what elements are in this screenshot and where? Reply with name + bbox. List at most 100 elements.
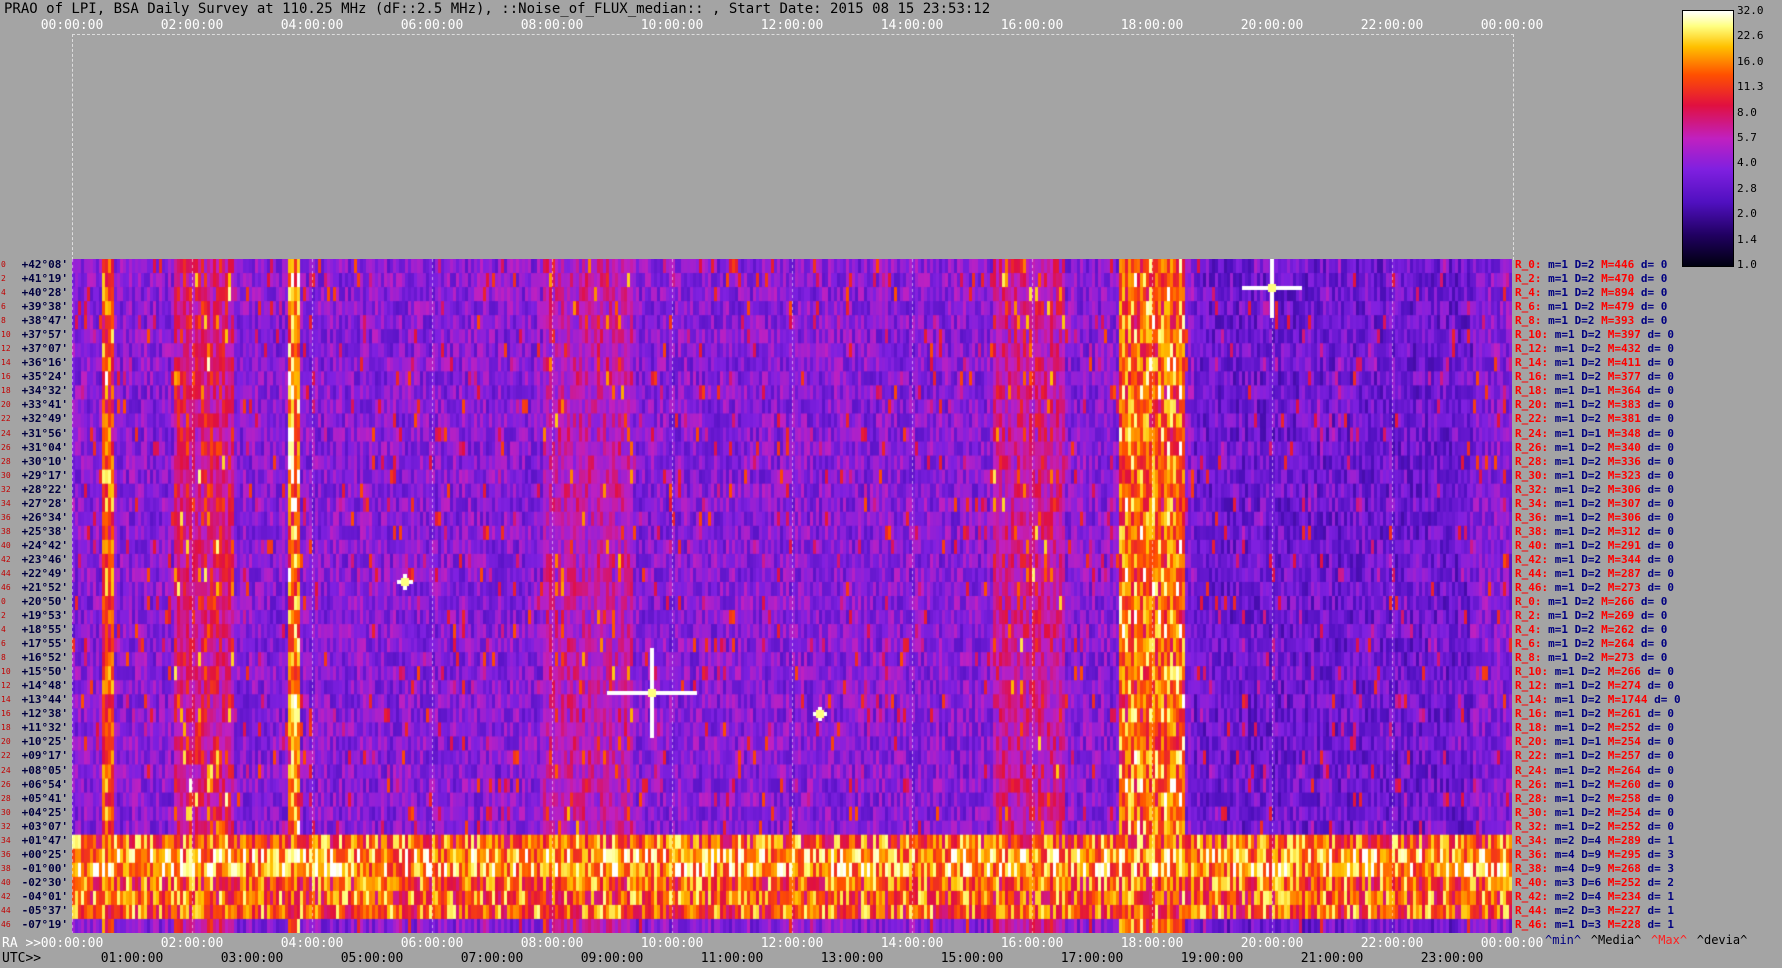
colorbar-tick-label: 8.0 (1737, 105, 1757, 119)
stat-median: D=2 (1581, 440, 1608, 454)
stat-max: M=234 (1607, 889, 1648, 903)
colorbar-tick-label: 1.4 (1737, 232, 1757, 246)
ra-tick-label: 20:00:00 (1240, 936, 1304, 951)
stat-row: R_12: (1515, 342, 1555, 356)
stat-min: m=1 (1554, 328, 1582, 342)
colorbar-tick-label: 2.8 (1737, 181, 1757, 195)
stat-median: D=2 (1581, 749, 1608, 763)
stat-min: m=1 (1548, 595, 1575, 608)
stat-devia: d= 0 (1647, 777, 1675, 791)
stat-devia: d= 0 (1647, 721, 1675, 735)
ra-tick-label: 14:00:00 (880, 936, 944, 951)
stat-devia: d= 0 (1647, 426, 1675, 440)
stat-median: D=2 (1581, 398, 1608, 412)
stat-median: D=2 (1574, 637, 1602, 651)
colorbar-tick-label: 2.0 (1737, 207, 1757, 221)
declination-label: +40°28' (21, 286, 68, 300)
declination-label: +31°56' (21, 426, 68, 440)
stat-max: M=393 (1601, 314, 1641, 328)
row-stat-line: R_36: m=4 D=9 M=295 d= 3 (1515, 848, 1674, 861)
stat-min: m=1 (1554, 735, 1582, 749)
stat-min: m=1 (1548, 609, 1575, 623)
stat-row: R_8: (1515, 651, 1549, 665)
stat-max: M=383 (1607, 398, 1648, 412)
stat-min: m=1 (1548, 272, 1575, 286)
row-stat-line: R_42: m=1 D=2 M=344 d= 0 (1515, 553, 1674, 566)
stat-min: m=1 (1554, 707, 1582, 721)
stat-median: D=2 (1574, 651, 1602, 665)
legend-median: ^Media^ (1590, 933, 1642, 947)
stat-max: M=227 (1607, 903, 1648, 917)
stat-min: m=1 (1554, 468, 1582, 482)
row-stat-line: R_32: m=1 D=2 M=306 d= 0 (1515, 483, 1674, 496)
ra-tick-label: 16:00:00 (1000, 936, 1064, 951)
stat-row: R_6: (1515, 300, 1549, 314)
row-stat-line: R_4: m=1 D=2 M=262 d= 0 (1515, 623, 1667, 636)
stat-max: M=287 (1607, 566, 1648, 580)
stat-max: M=254 (1607, 735, 1648, 749)
colorbar-tick-label: 4.0 (1737, 156, 1757, 170)
stat-median: D=2 (1581, 454, 1608, 468)
top-tick-label: 00:00:00 (40, 18, 104, 33)
stat-max: M=252 (1607, 721, 1648, 735)
stat-devia: d= 0 (1647, 665, 1675, 679)
stat-max: M=252 (1607, 875, 1648, 889)
stat-max: M=306 (1607, 510, 1648, 524)
stat-median: D=2 (1581, 468, 1608, 482)
stat-max: M=479 (1601, 300, 1641, 314)
stat-devia: d= 0 (1647, 510, 1675, 524)
stat-row: R_42: (1515, 889, 1555, 903)
stat-row: R_14: (1515, 693, 1555, 707)
stat-median: D=2 (1581, 538, 1608, 552)
stat-row: R_26: (1515, 777, 1555, 791)
colorbar-tick-label: 11.3 (1737, 80, 1764, 94)
declination-label: +19°53' (21, 609, 68, 623)
declination-label: +22°49' (21, 566, 68, 580)
utc-tick-label: 13:00:00 (820, 951, 884, 966)
stat-devia: d= 0 (1640, 258, 1668, 271)
row-stat-line: R_34: m=1 D=2 M=307 d= 0 (1515, 497, 1674, 510)
stat-row: R_36: (1515, 510, 1555, 524)
declination-label: +33°41' (21, 398, 68, 412)
stat-row: R_8: (1515, 314, 1549, 328)
stat-row: R_0: (1515, 595, 1549, 608)
ra-axis-label: RA >> (2, 936, 42, 951)
legend-max: ^Max^ (1650, 933, 1688, 947)
declination-label: +26°34' (21, 510, 68, 524)
stat-devia: d= 1 (1647, 903, 1675, 917)
stat-devia: d= 0 (1647, 440, 1675, 454)
stat-max: M=262 (1601, 623, 1641, 637)
stat-max: M=266 (1601, 595, 1641, 608)
row-stat-line: R_44: m=2 D=3 M=227 d= 1 (1515, 904, 1674, 917)
top-tick-label: 22:00:00 (1360, 18, 1424, 33)
stat-median: D=2 (1581, 679, 1608, 693)
upper-empty-frame (72, 34, 1514, 260)
stat-row: R_28: (1515, 791, 1555, 805)
row-stat-line: R_34: m=2 D=4 M=289 d= 1 (1515, 834, 1674, 847)
row-stat-line: R_28: m=1 D=2 M=258 d= 0 (1515, 792, 1674, 805)
row-index: 4 (1, 288, 6, 298)
stat-median: D=2 (1581, 721, 1608, 735)
stat-min: m=1 (1554, 777, 1582, 791)
stat-devia: d= 0 (1647, 819, 1675, 833)
stat-median: D=6 (1581, 875, 1608, 889)
top-tick-label: 16:00:00 (1000, 18, 1064, 33)
declination-label: +31°04' (21, 440, 68, 454)
stat-min: m=3 (1554, 875, 1582, 889)
stat-min: m=1 (1554, 791, 1582, 805)
stat-devia: d= 0 (1647, 566, 1675, 580)
stat-devia: d= 2 (1647, 875, 1675, 889)
stat-row: R_0: (1515, 258, 1549, 271)
stat-row: R_36: (1515, 847, 1555, 861)
stat-median: D=2 (1581, 693, 1608, 707)
row-stat-line: R_2: m=1 D=2 M=470 d= 0 (1515, 272, 1667, 285)
row-stat-line: R_40: m=1 D=2 M=291 d= 0 (1515, 539, 1674, 552)
row-stat-line: R_8: m=1 D=2 M=393 d= 0 (1515, 314, 1667, 327)
stat-row: R_20: (1515, 735, 1555, 749)
stat-devia: d= 0 (1640, 623, 1668, 637)
ra-tick-label: 00:00:00 (40, 936, 104, 951)
stat-row: R_34: (1515, 496, 1555, 510)
stat-max: M=264 (1607, 763, 1648, 777)
utc-tick-label: 07:00:00 (460, 951, 524, 966)
stat-row: R_18: (1515, 721, 1555, 735)
